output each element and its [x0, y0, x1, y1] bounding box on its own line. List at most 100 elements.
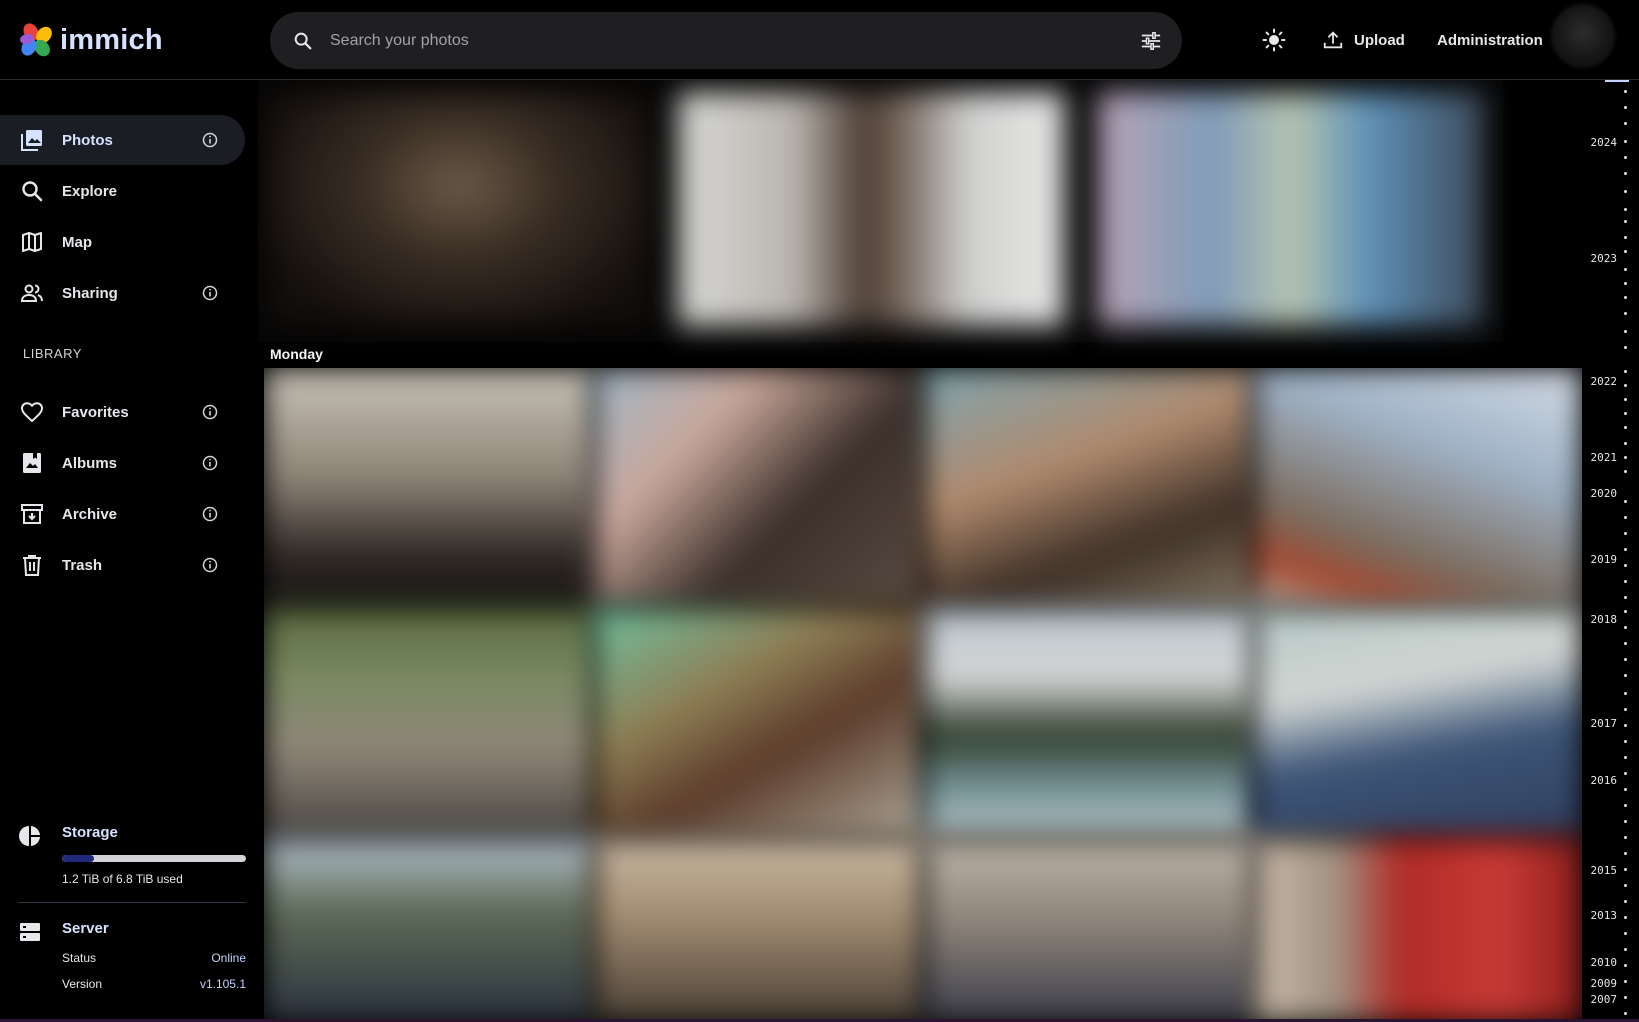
photo-thumbnail[interactable] [1254, 368, 1582, 608]
tune-icon[interactable] [1140, 30, 1162, 52]
storage-progress-bar [62, 855, 246, 862]
timeline-dot [1624, 532, 1627, 535]
timeline-dot [1624, 548, 1627, 551]
photo-thumbnail[interactable] [264, 608, 594, 838]
search-icon[interactable] [292, 30, 314, 52]
sidebar: Photos Explore Map Sharing LIBRARY Favor… [0, 80, 250, 1022]
timeline-year[interactable]: 2015 [1591, 864, 1618, 877]
timeline-year[interactable]: 2017 [1591, 717, 1618, 730]
photo-thumbnail[interactable] [594, 608, 924, 838]
photo-thumbnail[interactable] [1098, 92, 1484, 326]
timeline-dot [1624, 658, 1627, 661]
sidebar-divider [18, 902, 246, 903]
search-bar[interactable] [270, 12, 1182, 69]
timeline-year[interactable]: 2021 [1591, 451, 1618, 464]
sidebar-item-explore[interactable]: Explore [0, 166, 245, 216]
info-icon[interactable] [201, 454, 219, 472]
photo-thumbnail[interactable] [266, 92, 652, 326]
sidebar-item-favorites[interactable]: Favorites [0, 387, 245, 437]
photo-thumbnail[interactable] [594, 368, 924, 608]
timeline-dot [1624, 804, 1627, 807]
album-icon [23, 453, 41, 473]
photo-thumbnail[interactable] [678, 92, 1064, 326]
avatar[interactable] [1551, 4, 1615, 68]
server-status-row: Status Online [62, 951, 246, 965]
timeline-dot [1624, 370, 1627, 373]
sharing-icon [20, 284, 43, 302]
timeline-dot [1624, 980, 1627, 983]
timeline-dot [1624, 772, 1627, 775]
server-version-row: Version v1.105.1 [62, 977, 246, 991]
map-icon [22, 232, 42, 252]
timeline-dot [1624, 836, 1627, 839]
timeline-dot [1624, 820, 1627, 823]
storage-progress-fill [62, 855, 95, 862]
server-status-label: Status [62, 951, 97, 965]
timeline-year[interactable]: 2013 [1591, 909, 1618, 922]
sidebar-item-trash[interactable]: Trash [0, 540, 245, 590]
timeline-dot [1624, 236, 1627, 239]
timeline-year[interactable]: 2022 [1591, 375, 1618, 388]
library-section-label: LIBRARY [23, 346, 82, 361]
timeline-scrubber[interactable]: 2024 2023 2022 2021 2020 2019 2018 2017 … [1584, 80, 1639, 1022]
search-icon [22, 181, 43, 202]
timeline-dot [1624, 398, 1627, 401]
heart-icon [20, 402, 44, 423]
timeline-dot [1624, 282, 1627, 285]
timeline-year[interactable]: 2024 [1591, 136, 1618, 149]
timeline-dot [1624, 330, 1627, 333]
timeline-dot [1624, 708, 1627, 711]
timeline-dot [1624, 900, 1627, 903]
photo-thumbnail[interactable] [924, 838, 1254, 1022]
photo-thumbnail[interactable] [264, 838, 594, 1022]
timeline-year[interactable]: 2019 [1591, 553, 1618, 566]
timeline-dot [1624, 296, 1627, 299]
timeline-year[interactable]: 2023 [1591, 252, 1618, 265]
photo-thumbnail[interactable] [594, 838, 924, 1022]
sun-icon[interactable] [1262, 28, 1286, 52]
upload-button[interactable]: Upload [1322, 24, 1405, 56]
timeline-year[interactable]: 2009 [1591, 977, 1618, 990]
day-group-label: Monday [270, 346, 323, 362]
timeline-year[interactable]: 2016 [1591, 774, 1618, 787]
sidebar-item-sharing[interactable]: Sharing [0, 268, 245, 318]
timeline-dot [1624, 996, 1627, 999]
info-icon[interactable] [201, 131, 219, 149]
photo-thumbnail[interactable] [264, 368, 594, 608]
sidebar-item-label: Explore [62, 182, 118, 200]
photo-thumbnail[interactable] [924, 368, 1254, 608]
administration-button[interactable]: Administration [1437, 24, 1543, 56]
sidebar-item-photos[interactable]: Photos [0, 115, 245, 165]
sidebar-item-albums[interactable]: Albums [0, 438, 245, 488]
timeline-dot [1624, 172, 1627, 175]
timeline-dot [1624, 426, 1627, 429]
immich-logo[interactable]: immich [18, 22, 163, 58]
sidebar-item-map[interactable]: Map [0, 217, 245, 267]
immich-logo-icon [20, 23, 52, 57]
upload-icon [1323, 31, 1343, 49]
server-status-value: Online [211, 951, 246, 965]
timeline-year[interactable]: 2007 [1591, 993, 1618, 1006]
timeline-dot [1624, 470, 1627, 473]
timeline-dot [1624, 642, 1627, 645]
timeline-year[interactable]: 2020 [1591, 487, 1618, 500]
sidebar-item-label: Sharing [62, 284, 118, 302]
timeline-dot [1624, 106, 1627, 109]
timeline-dot [1624, 208, 1627, 211]
info-icon[interactable] [201, 505, 219, 523]
info-icon[interactable] [201, 284, 219, 302]
timeline-dot [1624, 250, 1627, 253]
timeline-dot [1624, 140, 1627, 143]
info-icon[interactable] [201, 403, 219, 421]
timeline-year[interactable]: 2018 [1591, 613, 1618, 626]
timeline-year[interactable]: 2010 [1591, 956, 1618, 969]
timeline-dot [1624, 964, 1627, 967]
info-icon[interactable] [201, 556, 219, 574]
timeline-dot [1624, 932, 1627, 935]
photo-thumbnail[interactable] [924, 608, 1254, 838]
sidebar-item-label: Photos [62, 131, 113, 149]
photo-thumbnail[interactable] [1254, 608, 1582, 838]
sidebar-item-archive[interactable]: Archive [0, 489, 245, 539]
photo-thumbnail[interactable] [1254, 838, 1582, 1022]
search-input[interactable] [330, 12, 1110, 69]
